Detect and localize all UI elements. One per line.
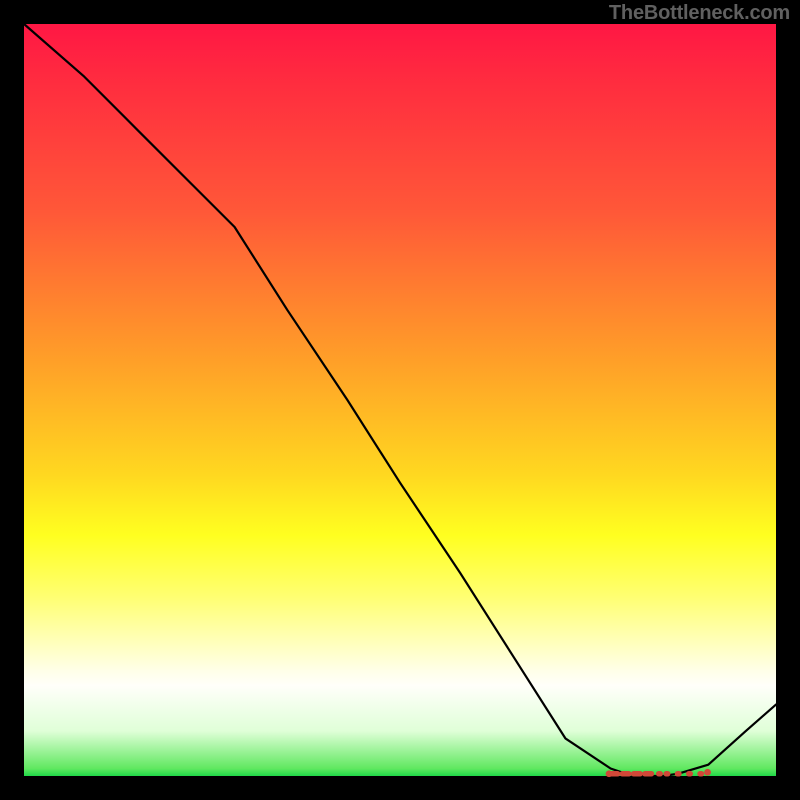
chart-svg [24,24,776,776]
marker-dash [656,771,663,777]
plot-area [24,24,776,776]
marker-dash [631,771,643,777]
marker-layer [606,769,711,777]
marker-dash [642,771,654,777]
chart-container: TheBottleneck.com [0,0,800,800]
marker-dot [704,769,711,776]
marker-dash [675,771,682,777]
marker-dash [686,771,693,777]
watermark-text: TheBottleneck.com [609,2,790,25]
marker-dash [608,771,620,777]
marker-dash [663,771,670,777]
bottleneck-line [24,24,776,776]
marker-dash [620,771,632,777]
marker-dash [697,771,704,777]
